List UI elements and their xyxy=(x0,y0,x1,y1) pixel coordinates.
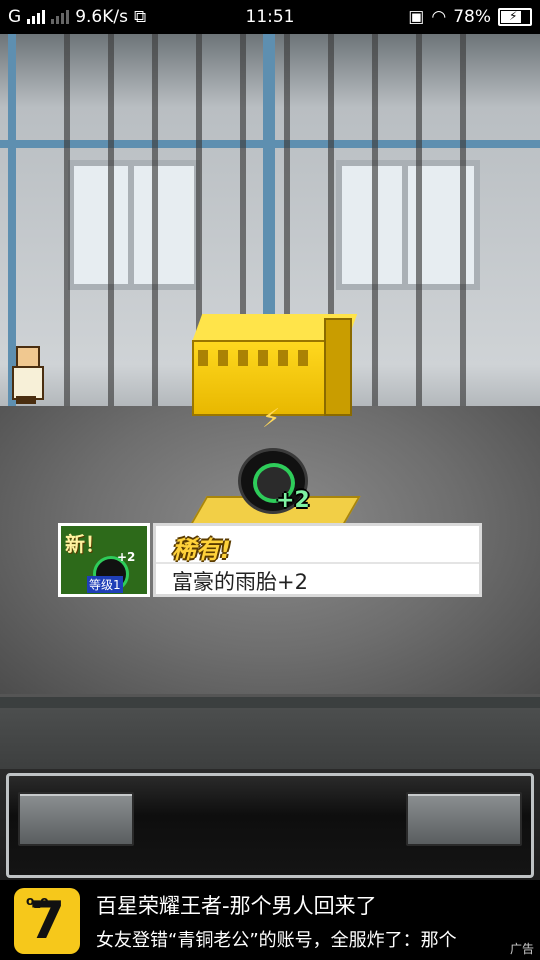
divider xyxy=(156,562,479,564)
mechanic-character[interactable] xyxy=(10,346,44,404)
new-label: 新！ xyxy=(65,532,105,556)
mini-plus-label: +2 xyxy=(117,550,136,564)
control-panel xyxy=(0,769,540,880)
control-frame xyxy=(6,773,534,878)
lightning-icon: ⚡ xyxy=(262,404,281,434)
wifi-icon: ◠ xyxy=(431,7,447,27)
item-notice[interactable]: 新！ +2 等级1 稀有! 富豪的雨胎+2 xyxy=(58,523,482,599)
item-text-card: 稀有! 富豪的雨胎+2 xyxy=(153,523,482,597)
floor-bottom xyxy=(0,708,540,769)
rarity-label: 稀有! xyxy=(172,536,231,564)
level-badge: 等级1 xyxy=(87,576,123,593)
item-plus-label: +2 xyxy=(276,488,310,513)
status-bar: G 9.6K/s ⧉ 11:51 ▣ ◠ 78% ⚡ xyxy=(0,0,540,34)
ad-description[interactable]: 女友登错“青铜老公”的账号，全服炸了：那个 xyxy=(96,926,526,952)
ad-banner[interactable]: o_o 7 百星荣耀王者-那个男人回来了 女友登错“青铜老公”的账号，全服炸了：… xyxy=(0,880,540,960)
status-right: ▣ ◠ 78% ⚡ xyxy=(408,7,532,27)
item-icon-card: 新！ +2 等级1 xyxy=(58,523,150,597)
item-name: 富豪的雨胎+2 xyxy=(172,570,308,594)
right-button[interactable] xyxy=(406,792,522,846)
ad-title[interactable]: 百星荣耀王者-那个男人回来了 xyxy=(96,890,377,920)
ad-logo-icon[interactable]: o_o 7 xyxy=(14,888,80,954)
lock-icon: ▣ xyxy=(408,7,425,27)
left-button[interactable] xyxy=(18,792,134,846)
game-scene[interactable]: ⚡ +2 新！ +2 等级1 稀有! 富豪的雨胎+2 xyxy=(0,34,540,769)
ad-mark: 广告 xyxy=(509,942,534,956)
battery-percent: 78% xyxy=(453,7,491,27)
gold-box[interactable] xyxy=(192,314,358,416)
battery-icon: ⚡ xyxy=(498,8,532,26)
ad-logo-text: 7 xyxy=(28,891,66,951)
checker-stripe xyxy=(198,350,318,366)
